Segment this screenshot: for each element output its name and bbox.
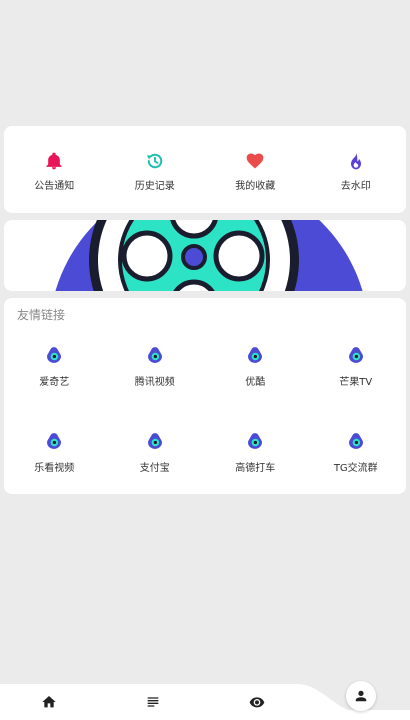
user-icon [355,690,367,702]
link-label: 乐看视频 [34,463,75,474]
app-logo-icon [348,347,363,363]
link-label: 高德打车 [235,463,276,474]
quick-item-label: 公告通知 [34,181,75,192]
link-label: 腾讯视频 [134,377,175,388]
links-grid: 爱奇艺 腾讯视频 优酷 芒果TV 乐看视频 支付宝 高德打车 TG交流群 [4,346,406,474]
bell-icon [46,152,62,170]
link-lekan-video[interactable]: 乐看视频 [4,432,105,474]
app-logo-icon [47,433,62,449]
link-alipay[interactable]: 支付宝 [105,432,206,474]
link-label: TG交流群 [333,463,378,474]
app-logo-icon [348,433,363,449]
friend-links-card: 友情链接 爱奇艺 腾讯视频 优酷 芒果TV 乐看视频 支付宝 高德打车 TG交流… [4,298,406,494]
quick-item-label: 我的收藏 [235,181,276,192]
eye-icon[interactable] [249,694,265,710]
link-mango-tv[interactable]: 芒果TV [306,346,407,388]
link-tencent-video[interactable]: 腾讯视频 [105,346,206,388]
quick-item-watermark[interactable]: 去水印 [306,126,407,213]
heart-icon [246,153,264,169]
link-label: 支付宝 [139,463,170,474]
link-iqiyi[interactable]: 爱奇艺 [4,346,105,388]
link-tg-group[interactable]: TG交流群 [306,432,407,474]
app-logo-icon [147,433,162,449]
list-icon[interactable] [145,694,161,710]
film-reel-icon [55,220,363,291]
flame-icon [350,152,361,170]
app-logo-icon [248,433,263,449]
quick-item-label: 去水印 [340,181,371,192]
quick-actions-card: 公告通知 历史记录 我的收藏 去水印 [4,126,406,213]
history-icon [146,153,162,169]
link-label: 爱奇艺 [39,377,70,388]
quick-item-history[interactable]: 历史记录 [105,126,206,213]
banner-card[interactable] [4,220,406,291]
section-title: 友情链接 [17,308,66,322]
link-label: 优酷 [245,377,266,388]
quick-item-favorites[interactable]: 我的收藏 [205,126,306,213]
link-youku[interactable]: 优酷 [205,346,306,388]
quick-item-label: 历史记录 [134,181,175,192]
link-amap-taxi[interactable]: 高德打车 [205,432,306,474]
profile-button[interactable] [346,681,376,711]
app-logo-icon [248,347,263,363]
app-logo-icon [47,347,62,363]
quick-item-announcements[interactable]: 公告通知 [4,126,105,213]
home-icon[interactable] [41,694,57,710]
app-logo-icon [147,347,162,363]
link-label: 芒果TV [339,377,373,388]
